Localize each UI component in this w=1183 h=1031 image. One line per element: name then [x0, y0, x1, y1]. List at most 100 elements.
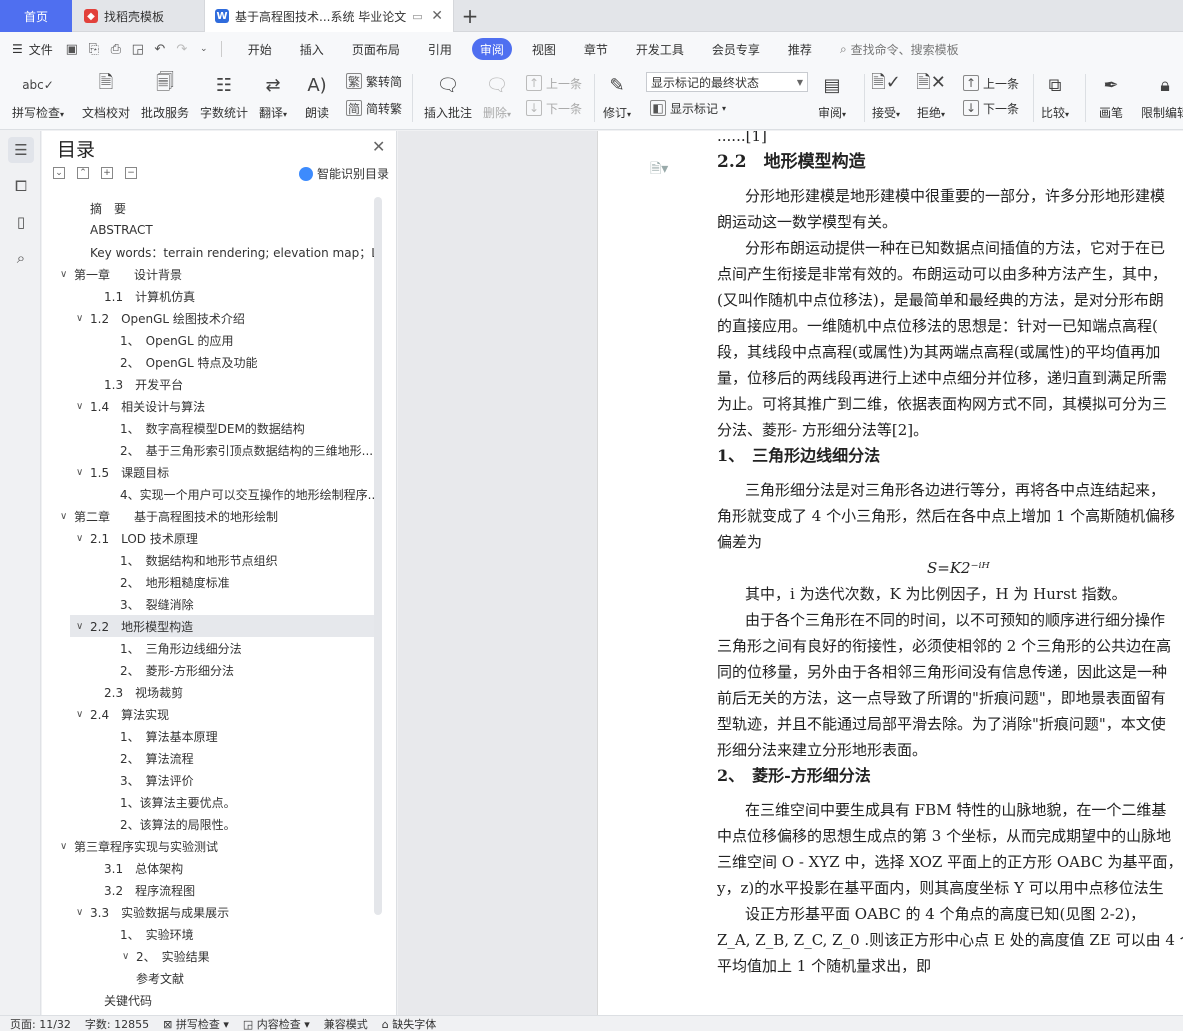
translate-button[interactable]: ⇄ 翻译▾ — [259, 70, 287, 121]
save-icon[interactable]: ▣ — [61, 38, 83, 60]
toc-item[interactable]: 2、该算法的局限性。 — [120, 813, 374, 835]
compare-button[interactable]: ⧉ 比较▾ — [1041, 70, 1069, 121]
toc-item[interactable]: ∨ 2.4 算法实现 — [76, 703, 374, 725]
markup-display-select[interactable]: 显示标记的最终状态 ▼ — [646, 72, 808, 92]
prev-comment-button[interactable]: ↑ 上一条 — [526, 72, 582, 94]
smart-toc-button[interactable]: 智能识别目录 — [299, 165, 389, 182]
toc-item[interactable]: 1、 算法基本原理 — [120, 725, 374, 747]
expand-chevron-icon[interactable]: ∨ — [76, 467, 90, 478]
review-pane-button[interactable]: ▤ 审阅▾ — [818, 70, 846, 121]
toc-item[interactable]: ∨ 2、 实验结果 — [122, 945, 374, 967]
print-icon[interactable]: ⎙ — [105, 38, 127, 60]
file-menu[interactable]: ☰ 文件 — [0, 38, 61, 60]
toc-item[interactable]: 关键代码 — [104, 989, 374, 1011]
expand-chevron-icon[interactable]: ∨ — [60, 269, 74, 280]
toc-item[interactable]: 4、实现一个用户可以交互操作的地形绘制程序... — [120, 483, 374, 505]
toc-item[interactable]: 2、 OpenGL 特点及功能 — [120, 351, 374, 373]
toc-item[interactable]: 3.2 程序流程图 — [104, 879, 374, 901]
close-icon[interactable]: ✕ — [431, 8, 443, 24]
trad-to-simp-button[interactable]: 繁繁转简 — [346, 70, 402, 92]
expand-chevron-icon[interactable]: ∨ — [76, 533, 90, 544]
simp-to-trad-button[interactable]: 简简转繁 — [346, 97, 402, 119]
track-changes-button[interactable]: ✎ 修订▾ — [603, 70, 631, 121]
add-item-icon[interactable]: + — [101, 167, 113, 179]
toc-icon[interactable]: ☰ — [8, 137, 34, 163]
insert-comment-button[interactable]: 🗨 插入批注 — [424, 70, 472, 121]
expand-chevron-icon[interactable]: ∨ — [60, 841, 74, 852]
expand-chevron-icon[interactable]: ∨ — [76, 401, 90, 412]
toc-scrollbar[interactable] — [374, 197, 382, 915]
remove-item-icon[interactable]: − — [125, 167, 137, 179]
menu-insert[interactable]: 插入 — [292, 38, 332, 60]
menu-start[interactable]: 开始 — [240, 38, 280, 60]
toc-item[interactable]: 1.3 开发平台 — [104, 373, 374, 395]
toc-item[interactable]: 参考文献 — [136, 967, 374, 989]
toc-item[interactable]: 3、 算法评价 — [120, 769, 374, 791]
toc-item[interactable]: 1、该算法主要优点。 — [120, 791, 374, 813]
toc-item[interactable]: 2、 菱形-方形细分法 — [120, 659, 374, 681]
search-icon[interactable]: ⌕ — [8, 245, 34, 271]
toc-item[interactable]: ∨ 2.2 地形模型构造 — [70, 615, 374, 637]
menu-review[interactable]: 审阅 — [471, 38, 512, 60]
undo-icon[interactable]: ↶ — [149, 38, 171, 60]
accept-button[interactable]: 🗎✓ 接受▾ — [871, 70, 901, 121]
prev-change-button[interactable]: ↑ 上一条 — [963, 72, 1019, 94]
toc-item[interactable]: 1、 OpenGL 的应用 — [120, 329, 374, 351]
menu-reference[interactable]: 引用 — [420, 38, 460, 60]
next-change-button[interactable]: ↓ 下一条 — [963, 97, 1019, 119]
toc-item[interactable]: 2、 地形粗糙度标准 — [120, 571, 374, 593]
toc-item[interactable]: 1、 数据结构和地形节点组织 — [120, 549, 374, 571]
expand-chevron-icon[interactable]: ∨ — [122, 951, 136, 962]
reject-button[interactable]: 🗎✕ 拒绝▾ — [916, 70, 946, 121]
restrict-editing-button[interactable]: 🔒︎ 限制编辑 — [1141, 70, 1183, 121]
toc-item[interactable]: ∨ 1.4 相关设计与算法 — [76, 395, 374, 417]
next-comment-button[interactable]: ↓ 下一条 — [526, 97, 582, 119]
delete-comment-button[interactable]: 🗨 删除▾ — [483, 70, 511, 121]
tab-document[interactable]: W 基于高程图技术...系统 毕业论文 ▭ ✕ — [204, 0, 454, 32]
new-tab-button[interactable]: + — [458, 4, 482, 28]
toc-item[interactable]: 2、 基于三角形索引顶点数据结构的三维地形... — [120, 439, 374, 461]
expand-all-icon[interactable]: ⌃ — [77, 167, 89, 179]
doc-check-button[interactable]: 🗎 文档校对 — [82, 70, 130, 121]
tab-template[interactable]: ◆ 找稻壳模板 — [74, 0, 204, 32]
pen-button[interactable]: ✒ 画笔 — [1097, 70, 1125, 121]
word-count[interactable]: 字数: 12855 — [85, 1016, 149, 1031]
read-aloud-button[interactable]: A) 朗读 — [303, 70, 331, 121]
redo-icon[interactable]: ↷ — [171, 38, 193, 60]
expand-chevron-icon[interactable]: ∨ — [76, 313, 90, 324]
command-search[interactable]: ⌕ 查找命令、搜索模板 — [832, 38, 967, 60]
print-preview-icon[interactable]: ◲ — [127, 38, 149, 60]
toc-item[interactable]: 1、 三角形边线细分法 — [120, 637, 374, 659]
toc-item[interactable]: ∨ 第三章程序实现与实验测试 — [60, 835, 360, 857]
export-pdf-icon[interactable]: ⎘ — [83, 38, 105, 60]
expand-chevron-icon[interactable]: ∨ — [76, 621, 90, 632]
collapse-all-icon[interactable]: ⌄ — [53, 167, 65, 179]
expand-chevron-icon[interactable]: ∨ — [76, 709, 90, 720]
toc-item[interactable]: ∨ 3.3 实验数据与成果展示 — [76, 901, 374, 923]
menu-chapter[interactable]: 章节 — [576, 38, 616, 60]
menu-view[interactable]: 视图 — [524, 38, 564, 60]
toc-item[interactable]: ∨ 第一章 设计背景 — [60, 263, 360, 285]
expand-chevron-icon[interactable]: ∨ — [60, 511, 74, 522]
expand-chevron-icon[interactable]: ∨ — [76, 907, 90, 918]
menu-recommend[interactable]: 推荐 — [780, 38, 820, 60]
toc-item[interactable]: 3、 裂缝消除 — [120, 593, 374, 615]
page-indicator[interactable]: 页面: 11/32 — [10, 1016, 71, 1031]
monitor-icon[interactable]: ▭ — [412, 10, 422, 23]
toc-item[interactable]: 2.3 视场裁剪 — [104, 681, 374, 703]
menu-member[interactable]: 会员专享 — [704, 38, 768, 60]
tab-home[interactable]: 首页 — [0, 0, 72, 32]
toc-item[interactable]: ABSTRACT — [90, 219, 374, 241]
chapter-nav-icon[interactable]: ⧠ — [8, 173, 34, 199]
spell-check-button[interactable]: abc✓ 拼写检查▾ — [12, 70, 64, 121]
toc-item[interactable]: 摘 要 — [90, 197, 374, 219]
toc-item[interactable]: ∨ 1.2 OpenGL 绘图技术介绍 — [76, 307, 374, 329]
menu-layout[interactable]: 页面布局 — [344, 38, 408, 60]
bookmark-icon[interactable]: ▯ — [8, 209, 34, 235]
menu-devtools[interactable]: 开发工具 — [628, 38, 692, 60]
toc-item[interactable]: 3.1 总体架构 — [104, 857, 374, 879]
spell-check-status[interactable]: ⊠ 拼写检查 ▾ — [163, 1016, 229, 1031]
close-icon[interactable]: ✕ — [372, 137, 385, 156]
missing-fonts-status[interactable]: ⌂ 缺失字体 — [382, 1016, 436, 1031]
more-chevron-icon[interactable]: ⌄ — [193, 38, 215, 60]
